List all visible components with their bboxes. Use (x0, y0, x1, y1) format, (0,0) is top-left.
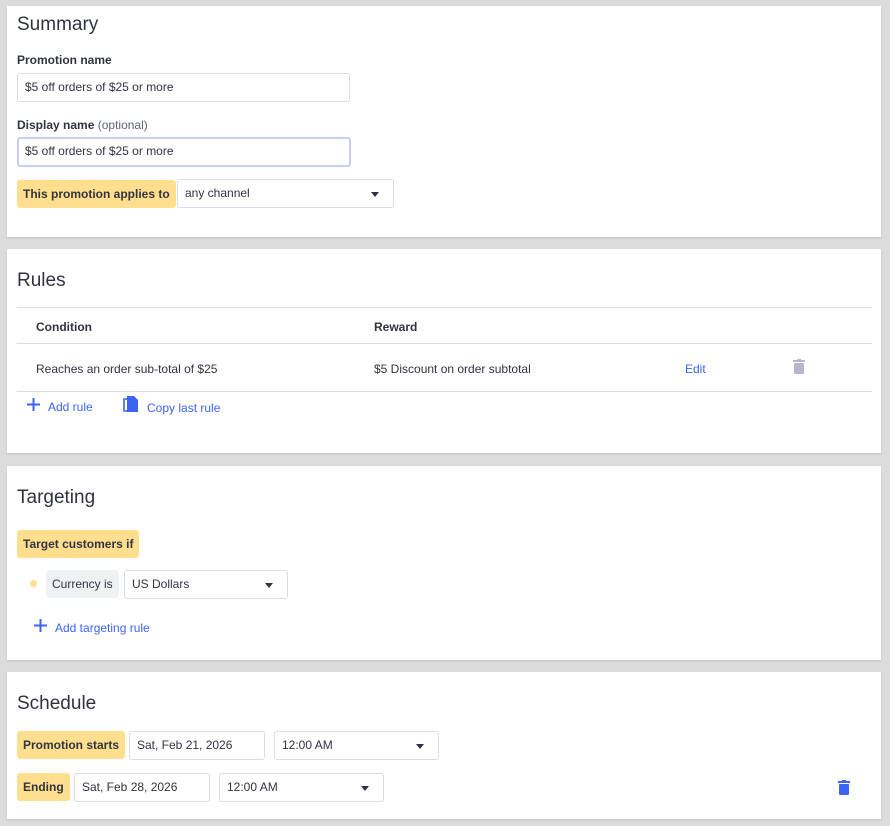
schedule-card: Schedule Promotion starts Sat, Feb 21, 2… (7, 672, 881, 819)
plus-icon (27, 398, 40, 416)
row-divider (17, 391, 872, 392)
column-header-condition: Condition (36, 320, 92, 334)
end-time-value: 12:00 AM (227, 780, 278, 794)
promotion-starts-label: Promotion starts (17, 731, 126, 759)
condition-label: Currency is (46, 570, 119, 598)
plus-icon (34, 619, 47, 637)
currency-select[interactable]: US Dollars (124, 570, 288, 599)
edit-rule-link[interactable]: Edit (685, 362, 706, 376)
chevron-down-icon (416, 744, 424, 749)
display-name-input[interactable]: $5 off orders of $25 or more (17, 137, 351, 167)
copy-last-rule-label: Copy last rule (147, 400, 221, 415)
copy-last-rule-button[interactable]: Copy last rule (123, 396, 220, 419)
display-name-optional: (optional) (97, 118, 148, 132)
add-rule-label: Add rule (48, 400, 93, 414)
condition-bullet (30, 580, 37, 587)
display-name-label: Display name (optional) (17, 118, 148, 132)
channel-select-value: any channel (185, 186, 250, 200)
chevron-down-icon (371, 192, 379, 197)
display-name-label-text: Display name (17, 118, 95, 132)
promotion-name-input[interactable]: $5 off orders of $25 or more (17, 73, 350, 102)
promotion-name-label: Promotion name (17, 53, 112, 67)
end-time-select[interactable]: 12:00 AM (219, 773, 384, 802)
add-targeting-rule-button[interactable]: Add targeting rule (34, 619, 150, 637)
ending-label: Ending (17, 773, 70, 801)
summary-title: Summary (17, 14, 99, 35)
applies-to-label: This promotion applies to (17, 180, 176, 208)
target-customers-label: Target customers if (17, 530, 140, 558)
end-date-input[interactable]: Sat, Feb 28, 2026 (74, 773, 210, 802)
start-time-select[interactable]: 12:00 AM (274, 731, 439, 760)
add-rule-button[interactable]: Add rule (27, 398, 93, 416)
chevron-down-icon (361, 786, 369, 791)
summary-card: Summary Promotion name $5 off orders of … (7, 6, 881, 237)
targeting-card: Targeting Target customers if Currency i… (7, 466, 881, 660)
start-time-value: 12:00 AM (282, 738, 333, 752)
delete-end-date-trash-icon[interactable] (838, 780, 850, 800)
chevron-down-icon (265, 583, 273, 588)
rules-card: Rules Condition Reward Reaches an order … (7, 249, 881, 453)
rule-reward: $5 Discount on order subtotal (374, 362, 531, 376)
targeting-title: Targeting (17, 487, 96, 508)
add-targeting-rule-label: Add targeting rule (55, 621, 150, 635)
column-header-reward: Reward (374, 320, 418, 334)
rule-condition: Reaches an order sub-total of $25 (36, 362, 218, 376)
channel-select[interactable]: any channel (177, 179, 394, 208)
rules-title: Rules (17, 270, 66, 291)
rules-table: Condition Reward Reaches an order sub-to… (17, 307, 872, 392)
start-date-input[interactable]: Sat, Feb 21, 2026 (129, 731, 265, 760)
schedule-title: Schedule (17, 693, 97, 714)
currency-select-value: US Dollars (132, 577, 190, 591)
header-divider (17, 343, 872, 344)
trash-icon (793, 359, 805, 379)
copy-icon (123, 396, 139, 419)
